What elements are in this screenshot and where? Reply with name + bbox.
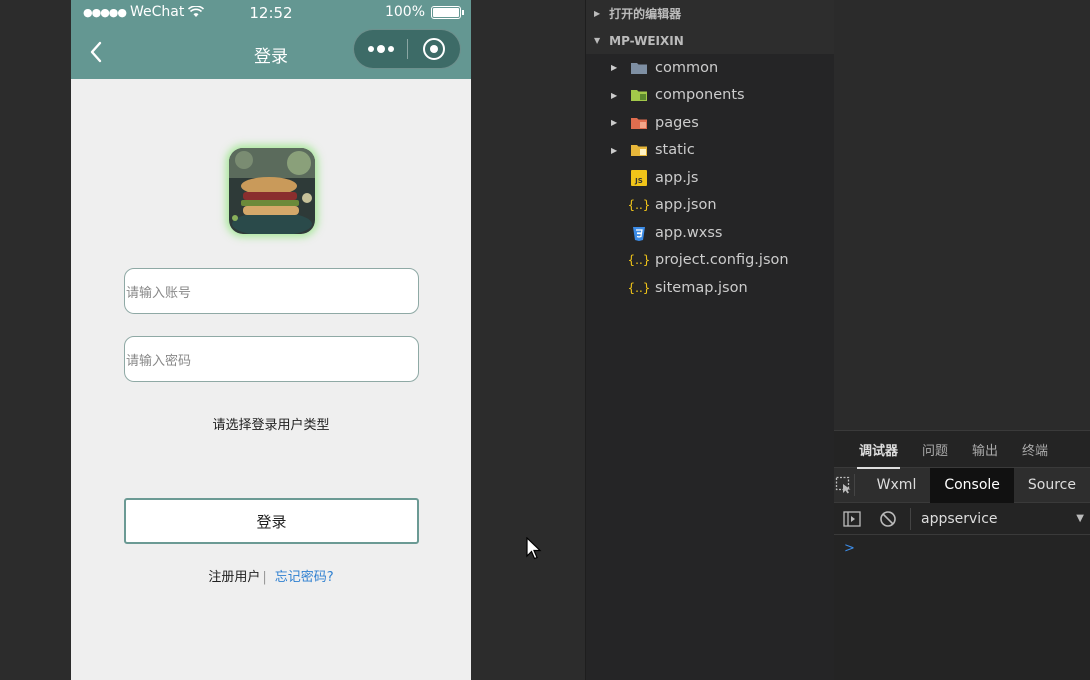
json-file-icon: {..}: [627, 280, 651, 295]
battery-icon: [431, 5, 464, 19]
collapsed-arrow-icon: ▶: [611, 145, 618, 155]
project-section[interactable]: ▼ MP-WEIXIN: [586, 27, 834, 54]
open-editors-label: 打开的编辑器: [609, 7, 682, 21]
pages-folder-icon: [629, 115, 649, 131]
components-folder-icon: [629, 87, 649, 103]
console-toolbar: appservice ▼: [834, 502, 1090, 535]
folder-icon: [629, 60, 649, 76]
tree-item-components[interactable]: ▶ components: [586, 82, 834, 110]
tree-item-app-js[interactable]: JS app.js: [586, 164, 834, 192]
tree-item-label: sitemap.json: [655, 279, 748, 296]
tab-sources[interactable]: Source: [1014, 468, 1090, 503]
tab-terminal[interactable]: 终端: [1022, 440, 1048, 459]
account-placeholder: 请输入账号: [126, 285, 192, 301]
simulator-background: [471, 0, 585, 680]
context-label: appservice: [921, 510, 998, 527]
tree-item-static[interactable]: ▶ static: [586, 137, 834, 165]
collapsed-arrow-icon: ▶: [611, 90, 618, 100]
user-type-picker[interactable]: 请选择登录用户类型: [71, 414, 471, 433]
tree-item-label: components: [655, 87, 745, 104]
debug-tabs: 调试器 问题 输出 终端: [834, 431, 1090, 469]
dropdown-arrow-icon: ▼: [1076, 513, 1084, 524]
tree-item-label: app.js: [655, 169, 699, 186]
navigation-bar: 登录: [71, 26, 471, 79]
left-panel: [0, 0, 71, 680]
debug-panel: 调试器 问题 输出 终端 Wxml Console Source appserv…: [834, 430, 1090, 680]
tree-item-label: common: [655, 59, 719, 76]
battery-percent: 100%: [384, 4, 425, 20]
json-file-icon: {..}: [627, 253, 651, 268]
tab-problems[interactable]: 问题: [922, 440, 948, 459]
password-input[interactable]: 请输入密码: [124, 336, 419, 382]
tree-item-project-config[interactable]: {..} project.config.json: [586, 247, 834, 275]
file-tree: ▶ common ▶ components ▶ pages ▶ static J…: [586, 54, 834, 302]
status-bar: ●●●●● WeChat 12:52 100%: [71, 0, 471, 26]
menu-capsule: [353, 29, 461, 69]
battery-indicator: 100%: [384, 4, 464, 20]
link-separator: |: [262, 570, 267, 585]
tab-output[interactable]: 输出: [972, 440, 998, 459]
expanded-arrow-icon: ▼: [594, 36, 601, 45]
phone-simulator: ●●●●● WeChat 12:52 100% 登录 请输入账号 请输入密码 请…: [71, 0, 471, 680]
tree-item-sitemap[interactable]: {..} sitemap.json: [586, 274, 834, 302]
account-links: 注册用户 | 忘记密码?: [71, 566, 471, 585]
devtools-toolbar: Wxml Console Source: [834, 467, 1090, 503]
tree-item-app-wxss[interactable]: app.wxss: [586, 219, 834, 247]
css-file-icon: [629, 225, 649, 241]
tree-item-label: app.json: [655, 197, 717, 214]
svg-text:JS: JS: [634, 177, 643, 185]
tree-item-app-json[interactable]: {..} app.json: [586, 192, 834, 220]
account-input[interactable]: 请输入账号: [124, 268, 419, 314]
app-logo: [229, 148, 315, 234]
more-icon[interactable]: [354, 44, 407, 53]
register-link[interactable]: 注册用户: [208, 570, 260, 585]
file-explorer: ▶ 打开的编辑器 ▼ MP-WEIXIN ▶ common ▶ componen…: [585, 0, 834, 680]
tree-item-label: static: [655, 142, 695, 159]
sidebar-toggle-icon[interactable]: [834, 510, 870, 527]
collapsed-arrow-icon: ▶: [611, 118, 618, 128]
tree-item-pages[interactable]: ▶ pages: [586, 109, 834, 137]
login-button[interactable]: 登录: [124, 498, 419, 544]
js-file-icon: JS: [629, 169, 649, 186]
tree-item-common[interactable]: ▶ common: [586, 54, 834, 82]
context-selector[interactable]: appservice ▼: [910, 507, 1090, 530]
project-label: MP-WEIXIN: [609, 33, 684, 48]
inspect-element-icon[interactable]: [834, 474, 855, 496]
console-prompt[interactable]: >: [834, 535, 1090, 556]
tree-item-label: app.wxss: [655, 224, 723, 241]
mouse-cursor-icon: [526, 537, 542, 560]
tab-wxml[interactable]: Wxml: [863, 468, 931, 503]
tree-item-label: project.config.json: [655, 252, 789, 269]
forgot-password-link[interactable]: 忘记密码?: [275, 570, 334, 585]
collapsed-arrow-icon: ▶: [611, 63, 618, 73]
static-folder-icon: [629, 142, 649, 158]
clear-console-icon[interactable]: [870, 510, 906, 528]
tree-item-label: pages: [655, 114, 699, 131]
tab-debugger[interactable]: 调试器: [856, 440, 901, 469]
collapsed-arrow-icon: ▶: [594, 9, 601, 18]
open-editors-section[interactable]: ▶ 打开的编辑器: [586, 0, 834, 27]
close-miniprogram-icon[interactable]: [408, 38, 460, 60]
json-file-icon: {..}: [627, 198, 651, 213]
password-placeholder: 请输入密码: [126, 353, 192, 369]
tab-console[interactable]: Console: [930, 467, 1014, 503]
